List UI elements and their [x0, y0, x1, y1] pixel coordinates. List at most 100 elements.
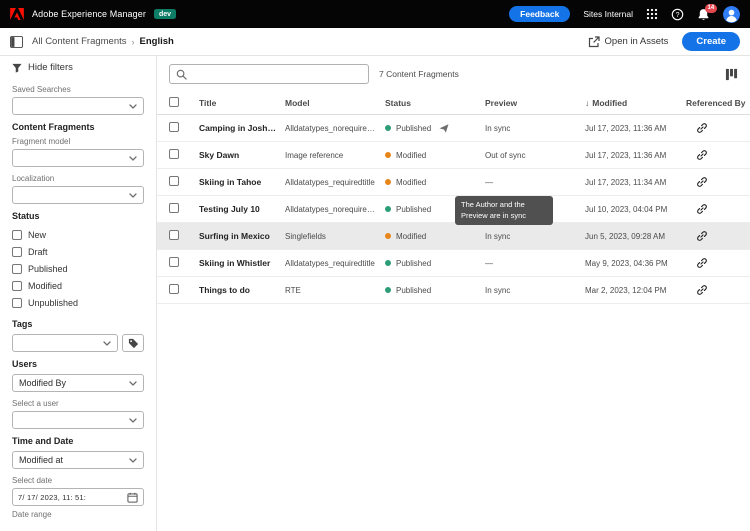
tags-select[interactable] — [12, 334, 118, 352]
search-box[interactable] — [169, 64, 369, 84]
open-in-assets-icon — [588, 35, 600, 47]
table-body: Camping in Joshua Tree Alldatatypes_nore… — [157, 115, 750, 304]
status-label: Published — [396, 204, 432, 214]
rail-toggle-button[interactable] — [10, 35, 23, 48]
row-checkbox[interactable] — [169, 203, 179, 213]
section-status: Status — [12, 211, 40, 221]
references-link-button[interactable] — [696, 176, 708, 188]
status-label: Published — [396, 285, 432, 295]
cell-preview: — — [485, 177, 493, 187]
status-label: Modified — [396, 150, 427, 160]
table-row[interactable]: Skiing in Whistler Alldatatypes_required… — [157, 250, 750, 277]
chevron-down-icon — [129, 103, 137, 109]
cell-status: Modified — [385, 151, 485, 160]
references-link-button[interactable] — [696, 257, 708, 269]
table-row[interactable]: Camping in Joshua Tree Alldatatypes_nore… — [157, 115, 750, 142]
feedback-button[interactable]: Feedback — [509, 6, 571, 22]
status-label: Published — [396, 258, 432, 268]
main-panel: 7 Content Fragments Title Model Status P… — [157, 56, 750, 531]
section-time-date: Time and Date — [12, 436, 74, 446]
column-header-status[interactable]: Status — [385, 98, 485, 108]
table-row[interactable]: Skiing in Tahoe Alldatatypes_requiredtit… — [157, 169, 750, 196]
checkbox[interactable] — [12, 263, 22, 274]
references-link-button[interactable] — [696, 149, 708, 161]
checkbox[interactable] — [12, 280, 22, 291]
row-checkbox[interactable] — [169, 176, 179, 186]
status-filter-label: New — [28, 229, 47, 240]
select-user-label: Select a user — [12, 399, 59, 408]
program-name: Sites Internal — [583, 9, 633, 19]
status-filter-option[interactable]: New — [12, 226, 144, 243]
open-in-assets-label: Open in Assets — [604, 36, 669, 47]
app-switcher-button[interactable] — [646, 8, 658, 20]
link-icon — [697, 285, 707, 295]
chevron-down-icon — [129, 155, 137, 161]
link-icon — [697, 123, 707, 133]
localization-select[interactable] — [12, 186, 144, 204]
references-link-button[interactable] — [696, 284, 708, 296]
table-row[interactable]: Testing July 10 Alldatatypes_norequire… … — [157, 196, 750, 223]
status-filter-option[interactable]: Draft — [12, 243, 144, 260]
row-checkbox[interactable] — [169, 149, 179, 159]
breadcrumb-root[interactable]: All Content Fragments — [32, 36, 127, 47]
cell-model: Alldatatypes_requiredtitle — [285, 258, 375, 268]
table-row[interactable]: Sky Dawn Image reference Modified Out of… — [157, 142, 750, 169]
checkbox[interactable] — [12, 229, 22, 240]
column-settings-button[interactable] — [725, 68, 738, 81]
column-header-modified[interactable]: ↓ Modified — [585, 98, 686, 108]
help-button[interactable]: ? — [671, 8, 684, 21]
status-dot — [385, 125, 391, 131]
table-row[interactable]: Things to do RTE Published In sync Mar 2… — [157, 277, 750, 304]
column-header-preview[interactable]: Preview — [485, 98, 585, 108]
select-date-label: Select date — [12, 476, 53, 485]
hide-filters-button[interactable]: Hide filters — [12, 62, 73, 73]
tags-browse-button[interactable] — [122, 334, 144, 352]
header-actions: Open in Assets Create — [588, 32, 740, 51]
chevron-down-icon — [129, 417, 137, 423]
status-filter-option[interactable]: Unpublished — [12, 294, 144, 311]
list-toolbar: 7 Content Fragments — [157, 56, 750, 91]
references-link-button[interactable] — [696, 203, 708, 215]
status-filter-label: Published — [28, 263, 68, 274]
select-all-checkbox[interactable] — [169, 96, 179, 107]
cell-status: Published — [385, 259, 485, 268]
row-check-cell — [157, 176, 199, 188]
saved-searches-label: Saved Searches — [12, 85, 71, 94]
row-checkbox[interactable] — [169, 122, 179, 132]
user-select[interactable] — [12, 411, 144, 429]
fragment-model-select[interactable] — [12, 149, 144, 167]
cell-model: Singlefields — [285, 231, 326, 241]
row-checkbox[interactable] — [169, 284, 179, 294]
modified-by-select[interactable]: Modified By — [12, 374, 144, 392]
row-checkbox[interactable] — [169, 257, 179, 267]
date-input[interactable]: 7/ 17/ 2023, 11: 51: — [12, 488, 144, 506]
saved-searches-select[interactable] — [12, 97, 144, 115]
status-dot — [385, 260, 391, 266]
cell-model: Alldatatypes_norequire… — [285, 123, 375, 133]
column-header-model[interactable]: Model — [285, 98, 385, 108]
cell-status: Published — [385, 124, 485, 133]
create-button[interactable]: Create — [682, 32, 740, 51]
column-header-referenced-by[interactable]: Referenced By — [686, 98, 750, 108]
search-input[interactable] — [192, 69, 362, 79]
side-panel-icon — [10, 35, 23, 48]
user-avatar[interactable] — [723, 5, 740, 23]
status-filter-option[interactable]: Published — [12, 260, 144, 277]
references-link-button[interactable] — [696, 230, 708, 242]
breadcrumb-current: English — [139, 36, 174, 47]
status-filter-option[interactable]: Modified — [12, 277, 144, 294]
row-checkbox[interactable] — [169, 230, 179, 240]
notifications-button[interactable]: 14 — [697, 3, 717, 21]
references-link-button[interactable] — [696, 122, 708, 134]
cell-title: Camping in Joshua Tree — [199, 123, 285, 133]
table-row[interactable]: Surfing in Mexico Singlefields Modified … — [157, 223, 750, 250]
help-icon: ? — [671, 8, 684, 20]
column-header-title[interactable]: Title — [199, 98, 285, 108]
modified-at-select[interactable]: Modified at — [12, 451, 144, 469]
checkbox[interactable] — [12, 297, 22, 308]
avatar — [723, 5, 740, 23]
cell-referenced-by — [686, 122, 750, 134]
result-count: 7 Content Fragments — [379, 69, 459, 79]
open-in-assets-button[interactable]: Open in Assets — [588, 35, 669, 48]
checkbox[interactable] — [12, 246, 22, 257]
